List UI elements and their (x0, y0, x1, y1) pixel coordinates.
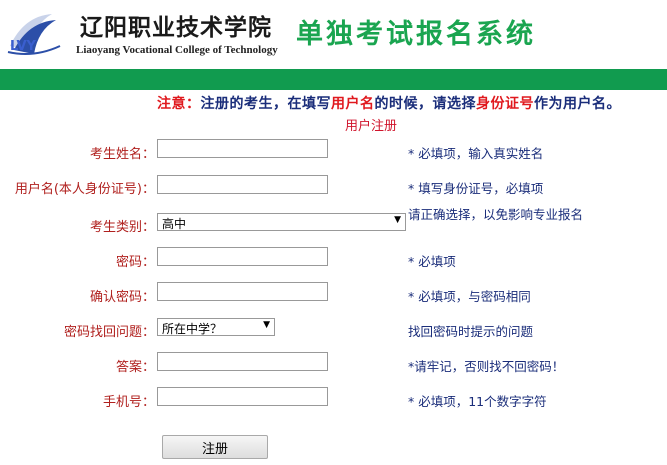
confirm-password-label: 确认密码： (89, 290, 155, 305)
answer-input[interactable] (157, 352, 328, 371)
confirm-password-hint: * 必填项，与密码相同 (408, 289, 531, 304)
notice-highlight-username: 用户名 (331, 96, 375, 112)
category-label: 考生类别： (89, 220, 155, 235)
school-name-en: Liaoyang Vocational College of Technolog… (76, 44, 278, 56)
category-selected-value: 高中 (162, 217, 187, 231)
chevron-down-icon: ▼ (263, 320, 270, 330)
chevron-down-icon: ▼ (394, 215, 401, 225)
register-button[interactable]: 注册 (162, 435, 268, 459)
notice-text-2: 的时候，请选择 (374, 96, 476, 112)
password-input[interactable] (157, 247, 328, 266)
name-hint: * 必填项，输入真实姓名 (408, 146, 544, 161)
username-hint: * 填写身份证号，必填项 (408, 181, 544, 196)
question-label: 密码找回问题： (63, 325, 155, 340)
phone-input[interactable] (157, 387, 328, 406)
question-selected-value: 所在中学？ (162, 322, 223, 336)
username-label: 用户名(本人身份证号)： (14, 182, 155, 197)
category-select[interactable]: 高中 ▼ (157, 213, 406, 231)
username-input[interactable] (157, 175, 328, 194)
name-input[interactable] (157, 139, 328, 158)
answer-label: 答案： (115, 360, 155, 375)
notice-text-3: 作为用户名。 (534, 96, 621, 112)
name-label: 考生姓名： (89, 147, 155, 162)
page-header: LVY 辽阳职业技术学院 Liaoyang Vocational College… (0, 0, 667, 68)
confirm-password-input[interactable] (157, 282, 328, 301)
password-label: 密码： (115, 255, 155, 270)
college-logo-icon: LVY (4, 6, 64, 62)
question-select[interactable]: 所在中学？ ▼ (157, 318, 275, 336)
phone-hint: * 必填项，11个数字字符 (408, 394, 547, 409)
answer-hint: *请牢记，否则找不回密码！ (408, 359, 565, 374)
form-title: 用户注册 (345, 119, 398, 134)
notice-highlight-idcard: 身份证号 (476, 96, 534, 112)
password-hint: * 必填项 (408, 254, 456, 269)
category-hint: 请正确选择，以免影响专业报名 (408, 207, 584, 222)
registration-notice: 注意：注册的考生，在填写用户名的时候，请选择身份证号作为用户名。 (157, 93, 621, 113)
system-title: 单独考试报名系统 (296, 19, 536, 50)
phone-label: 手机号： (102, 395, 155, 410)
school-name-cn: 辽阳职业技术学院 (80, 14, 272, 41)
question-hint: 找回密码时提示的问题 (408, 324, 534, 339)
header-divider-bar (0, 69, 667, 90)
notice-text-1: 注册的考生，在填写 (200, 96, 331, 112)
notice-prefix: 注意： (157, 96, 201, 112)
svg-text:LVY: LVY (10, 39, 37, 54)
